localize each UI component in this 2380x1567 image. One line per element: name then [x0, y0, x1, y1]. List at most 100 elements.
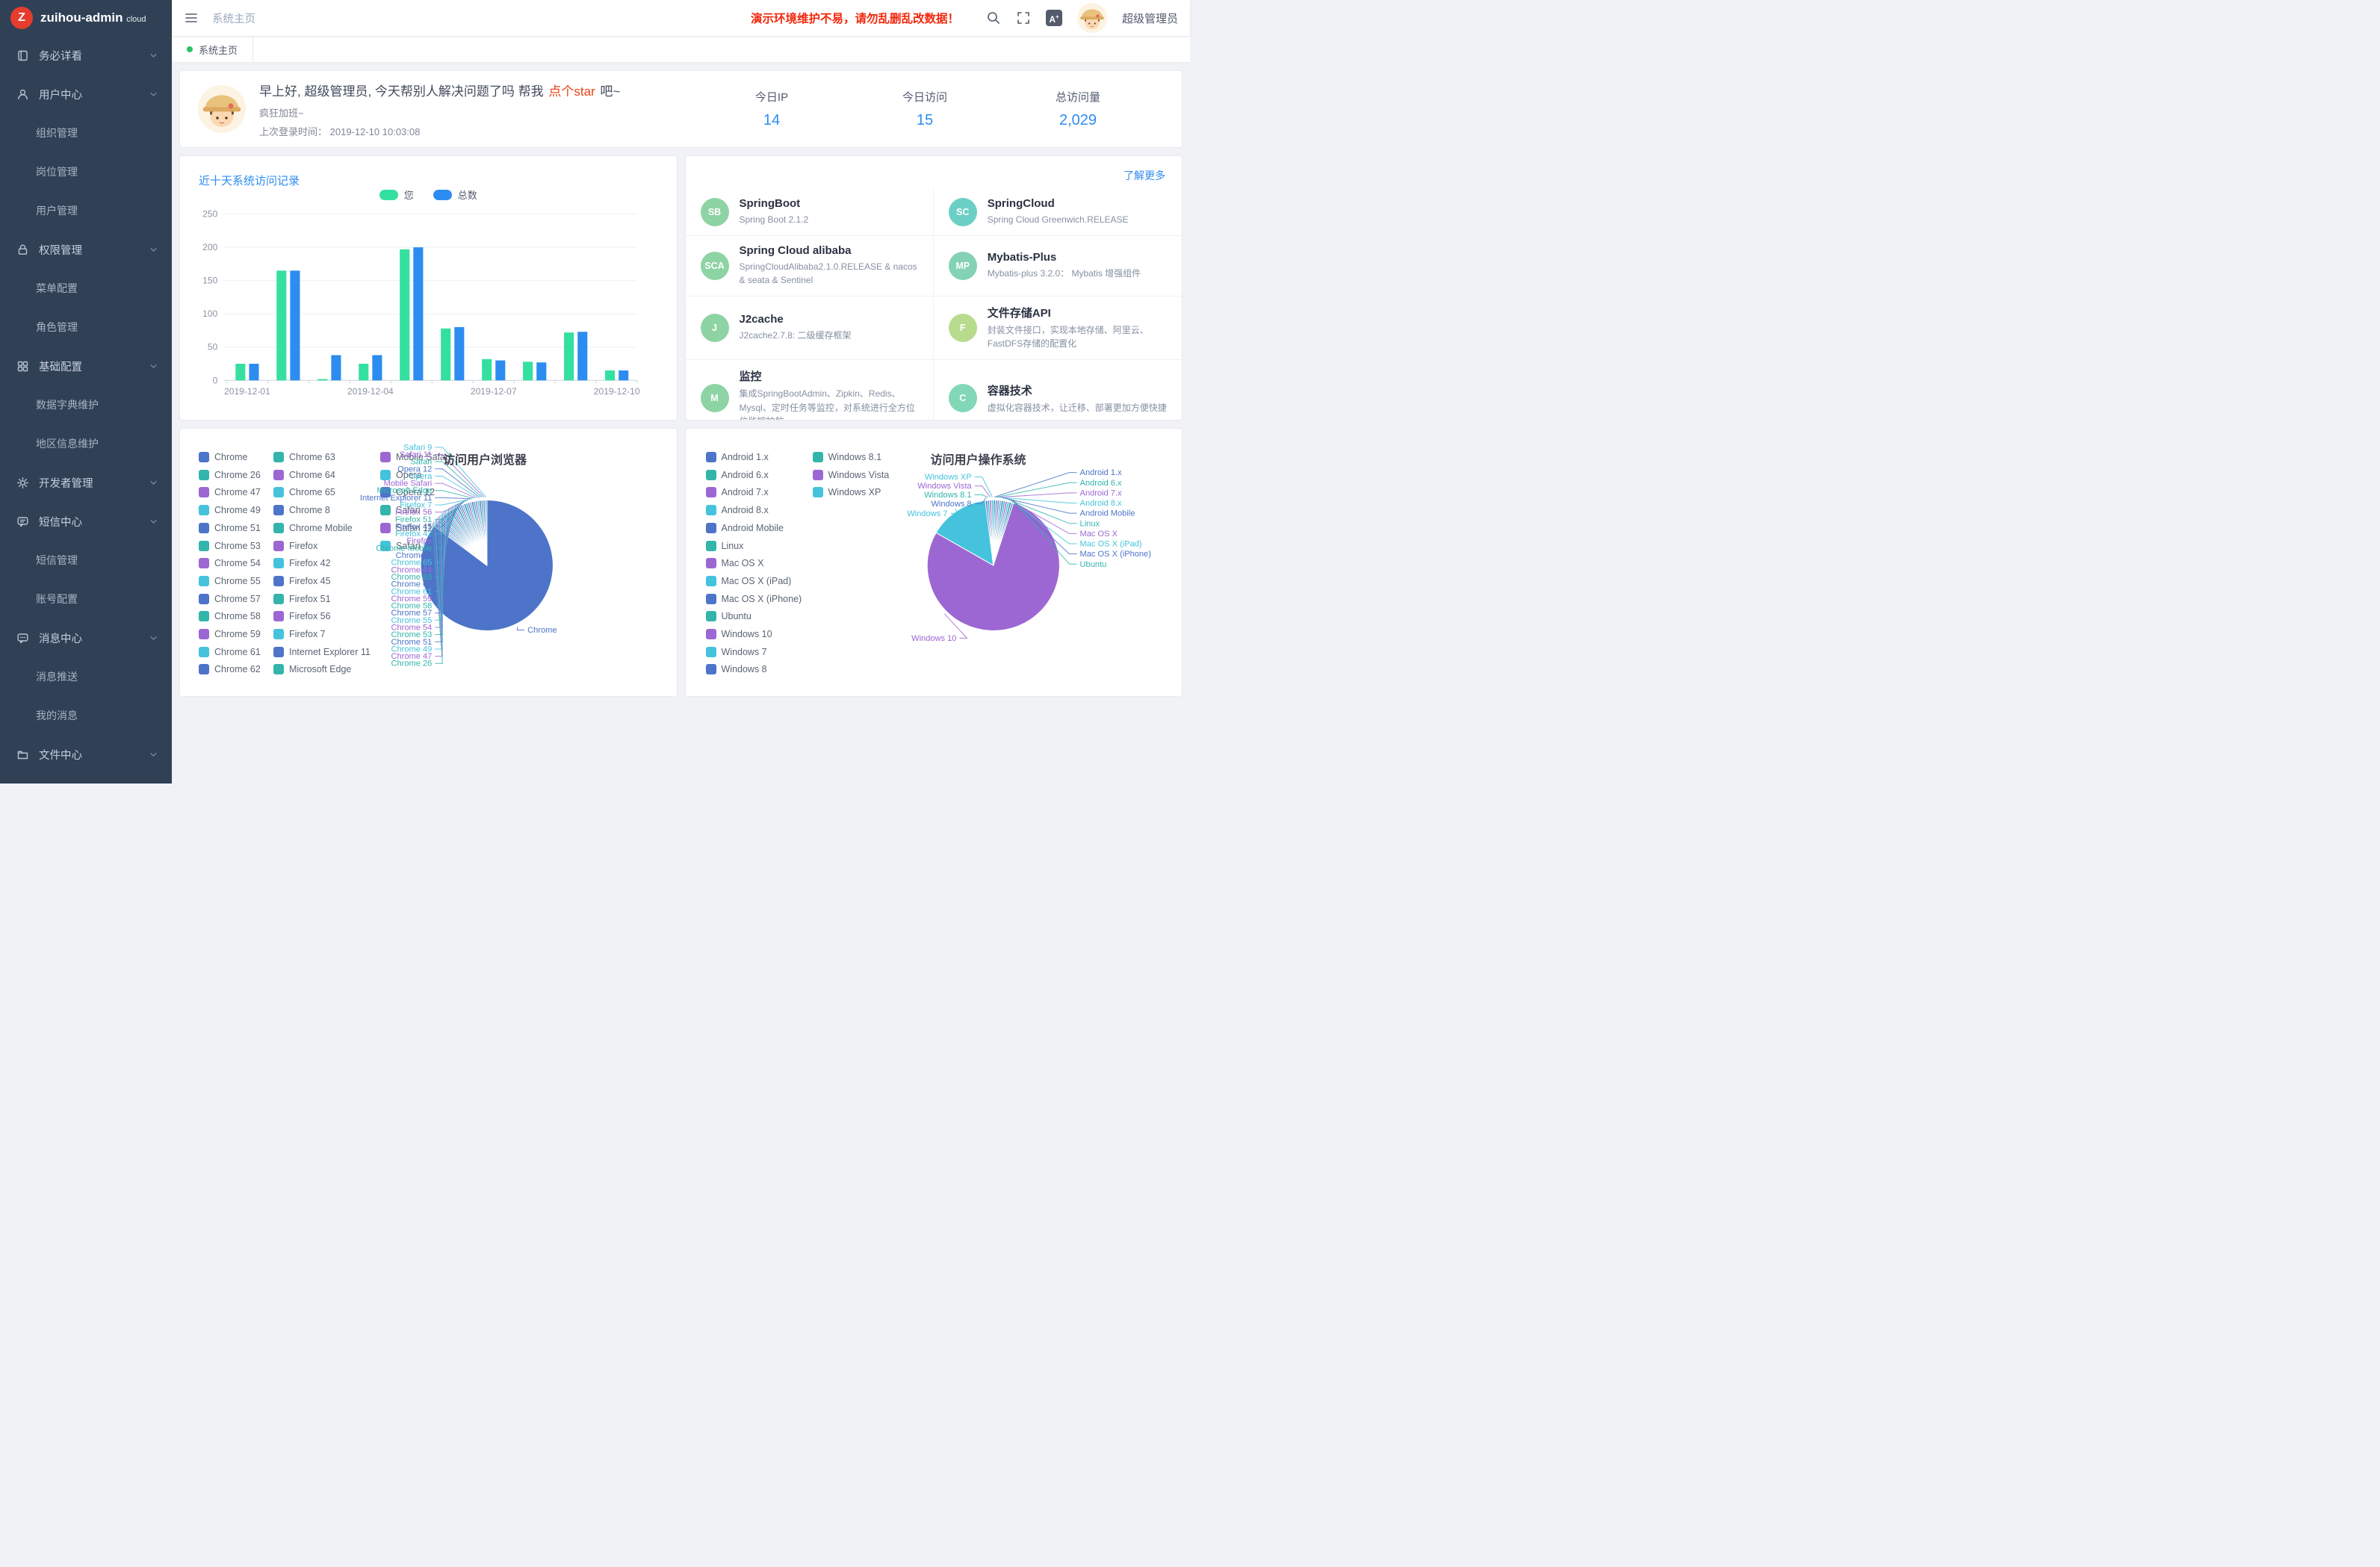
legend-item-Android 6.x[interactable]: Android 6.x — [706, 470, 769, 480]
legend-item-Opera 12[interactable]: Opera 12 — [380, 487, 435, 497]
legend-item-Firefox 42[interactable]: Firefox 42 — [273, 558, 331, 568]
legend-item-Internet Explorer 11[interactable]: Internet Explorer 11 — [273, 647, 371, 657]
sidebar-subitem[interactable]: 消息推送 — [0, 657, 172, 696]
legend-label: Chrome 51 — [214, 523, 261, 533]
font-size-icon[interactable]: A+ — [1046, 10, 1062, 26]
legend-item-Chrome 57[interactable]: Chrome 57 — [199, 594, 261, 604]
legend-label: Firefox 42 — [289, 558, 331, 568]
legend-color-swatch — [199, 629, 209, 639]
legend-item-Windows 8.1[interactable]: Windows 8.1 — [813, 452, 882, 462]
legend-item-Chrome 58[interactable]: Chrome 58 — [199, 611, 261, 621]
legend-item-Windows 10[interactable]: Windows 10 — [706, 629, 772, 639]
legend-item-Chrome 51[interactable]: Chrome 51 — [199, 523, 261, 533]
legend-label: Firefox 56 — [289, 611, 331, 621]
legend-item-Firefox[interactable]: Firefox — [273, 541, 317, 551]
svg-text:2019-12-07: 2019-12-07 — [471, 386, 517, 397]
legend-item-Chrome 63[interactable]: Chrome 63 — [273, 452, 335, 462]
sidebar-item-2[interactable]: 权限管理 — [0, 230, 172, 269]
legend-item-Mobile Safari[interactable]: Mobile Safari — [380, 452, 450, 462]
legend-item-Mac OS X (iPhone)[interactable]: Mac OS X (iPhone) — [706, 594, 802, 604]
legend-item-Firefox 56[interactable]: Firefox 56 — [273, 611, 331, 621]
legend-item-Chrome 26[interactable]: Chrome 26 — [199, 470, 261, 480]
star-link[interactable]: 点个star — [548, 84, 595, 99]
tab-home[interactable]: 系统主页 — [172, 37, 253, 62]
legend-item-Chrome[interactable]: Chrome — [199, 452, 247, 462]
legend-label: Android 8.x — [722, 505, 769, 515]
sidebar-subitem[interactable]: 账号配置 — [0, 580, 172, 618]
legend-item-Chrome Mobile[interactable]: Chrome Mobile — [273, 523, 353, 533]
legend-item-Firefox 45[interactable]: Firefox 45 — [273, 576, 331, 586]
legend-label: Chrome 65 — [289, 487, 335, 497]
legend-item-Chrome 53[interactable]: Chrome 53 — [199, 541, 261, 551]
legend-item-Safari 11[interactable]: Safari 11 — [380, 523, 433, 533]
sidebar-subitem[interactable]: 菜单配置 — [0, 269, 172, 308]
legend-item-Android 1.x[interactable]: Android 1.x — [706, 452, 769, 462]
breadcrumb[interactable]: 系统主页 — [212, 10, 255, 26]
legend-item-Chrome 8[interactable]: Chrome 8 — [273, 505, 330, 515]
sidebar-item-6[interactable]: 消息中心 — [0, 618, 172, 657]
sidebar-item-0[interactable]: 务必详看 — [0, 36, 172, 75]
sidebar-item-4[interactable]: 开发者管理 — [0, 463, 172, 502]
pie-slice-Mobile Safari — [475, 500, 487, 565]
chevron-down-icon — [149, 245, 158, 255]
learn-more-link[interactable]: 了解更多 — [1124, 168, 1165, 183]
sidebar-subitem[interactable]: 角色管理 — [0, 308, 172, 347]
legend-item-Ubuntu[interactable]: Ubuntu — [706, 611, 752, 621]
legend-item-Chrome 47[interactable]: Chrome 47 — [199, 487, 261, 497]
legend-item-Firefox 7[interactable]: Firefox 7 — [273, 629, 326, 639]
fullscreen-icon[interactable] — [1016, 10, 1031, 25]
tab-label: 系统主页 — [199, 43, 238, 57]
legend-item-Opera[interactable]: Opera — [380, 470, 422, 480]
legend-item-Android Mobile[interactable]: Android Mobile — [706, 523, 784, 533]
last-login-value: 2019-12-10 10:03:08 — [330, 126, 421, 137]
legend-color-swatch — [273, 487, 284, 497]
avatar-illustration — [198, 85, 246, 133]
legend-item-Chrome 54[interactable]: Chrome 54 — [199, 558, 261, 568]
legend-item-总数[interactable]: 总数 — [433, 187, 477, 202]
sidebar-subitem[interactable]: 短信管理 — [0, 541, 172, 580]
sidebar-item-7[interactable]: 文件中心 — [0, 735, 172, 774]
sidebar-subitem[interactable]: 地区信息维护 — [0, 424, 172, 463]
sidebar-item-1[interactable]: 用户中心 — [0, 75, 172, 114]
sidebar-subitem[interactable]: 用户管理 — [0, 191, 172, 230]
legend-item-Linux[interactable]: Linux — [706, 541, 744, 551]
sidebar-subitem[interactable]: 我的消息 — [0, 696, 172, 735]
collapse-sidebar-icon[interactable] — [184, 10, 199, 25]
app-logo[interactable]: Z zuihou-admin cloud — [0, 0, 172, 36]
sidebar-subitem[interactable]: 岗位管理 — [0, 152, 172, 191]
bar-总数-2019-12-01 — [249, 364, 258, 380]
legend-item-Chrome 55[interactable]: Chrome 55 — [199, 576, 261, 586]
legend-item-Safari 9[interactable]: Safari 9 — [380, 541, 428, 551]
legend-item-Firefox 51[interactable]: Firefox 51 — [273, 594, 331, 604]
sidebar-subitem[interactable]: 组织管理 — [0, 114, 172, 152]
legend-item-您[interactable]: 您 — [379, 187, 414, 202]
sidebar-subitem[interactable]: 数据字典维护 — [0, 385, 172, 424]
legend-item-Mac OS X[interactable]: Mac OS X — [706, 558, 764, 568]
legend-item-Windows 7[interactable]: Windows 7 — [706, 647, 767, 657]
legend-item-Chrome 65[interactable]: Chrome 65 — [273, 487, 335, 497]
legend-label: Ubuntu — [722, 611, 752, 621]
pie-slice-Android 1.x — [993, 500, 995, 565]
legend-item-Android 8.x[interactable]: Android 8.x — [706, 505, 769, 515]
legend-item-Chrome 49[interactable]: Chrome 49 — [199, 505, 261, 515]
username[interactable]: 超级管理员 — [1122, 10, 1178, 26]
legend-item-Chrome 61[interactable]: Chrome 61 — [199, 647, 261, 657]
lock-icon — [16, 243, 29, 256]
avatar[interactable] — [1077, 3, 1107, 33]
legend-item-Chrome 59[interactable]: Chrome 59 — [199, 629, 261, 639]
legend-item-Windows XP[interactable]: Windows XP — [813, 487, 881, 497]
legend-item-Windows Vista[interactable]: Windows Vista — [813, 470, 890, 480]
search-icon[interactable] — [986, 10, 1001, 25]
sidebar-item-5[interactable]: 短信中心 — [0, 502, 172, 541]
legend-item-Chrome 62[interactable]: Chrome 62 — [199, 664, 261, 674]
legend-item-Microsoft Edge[interactable]: Microsoft Edge — [273, 664, 351, 674]
legend-item-Safari[interactable]: Safari — [380, 505, 421, 515]
legend-item-Android 7.x[interactable]: Android 7.x — [706, 487, 769, 497]
pie-slice-Chrome 55 — [442, 516, 487, 565]
svg-text:2019-12-01: 2019-12-01 — [224, 386, 270, 397]
legend-item-Mac OS X (iPad)[interactable]: Mac OS X (iPad) — [706, 576, 792, 586]
bar-总数-2019-12-05 — [413, 247, 423, 380]
legend-item-Chrome 64[interactable]: Chrome 64 — [273, 470, 335, 480]
sidebar-item-3[interactable]: 基础配置 — [0, 347, 172, 385]
legend-item-Windows 8[interactable]: Windows 8 — [706, 664, 767, 674]
